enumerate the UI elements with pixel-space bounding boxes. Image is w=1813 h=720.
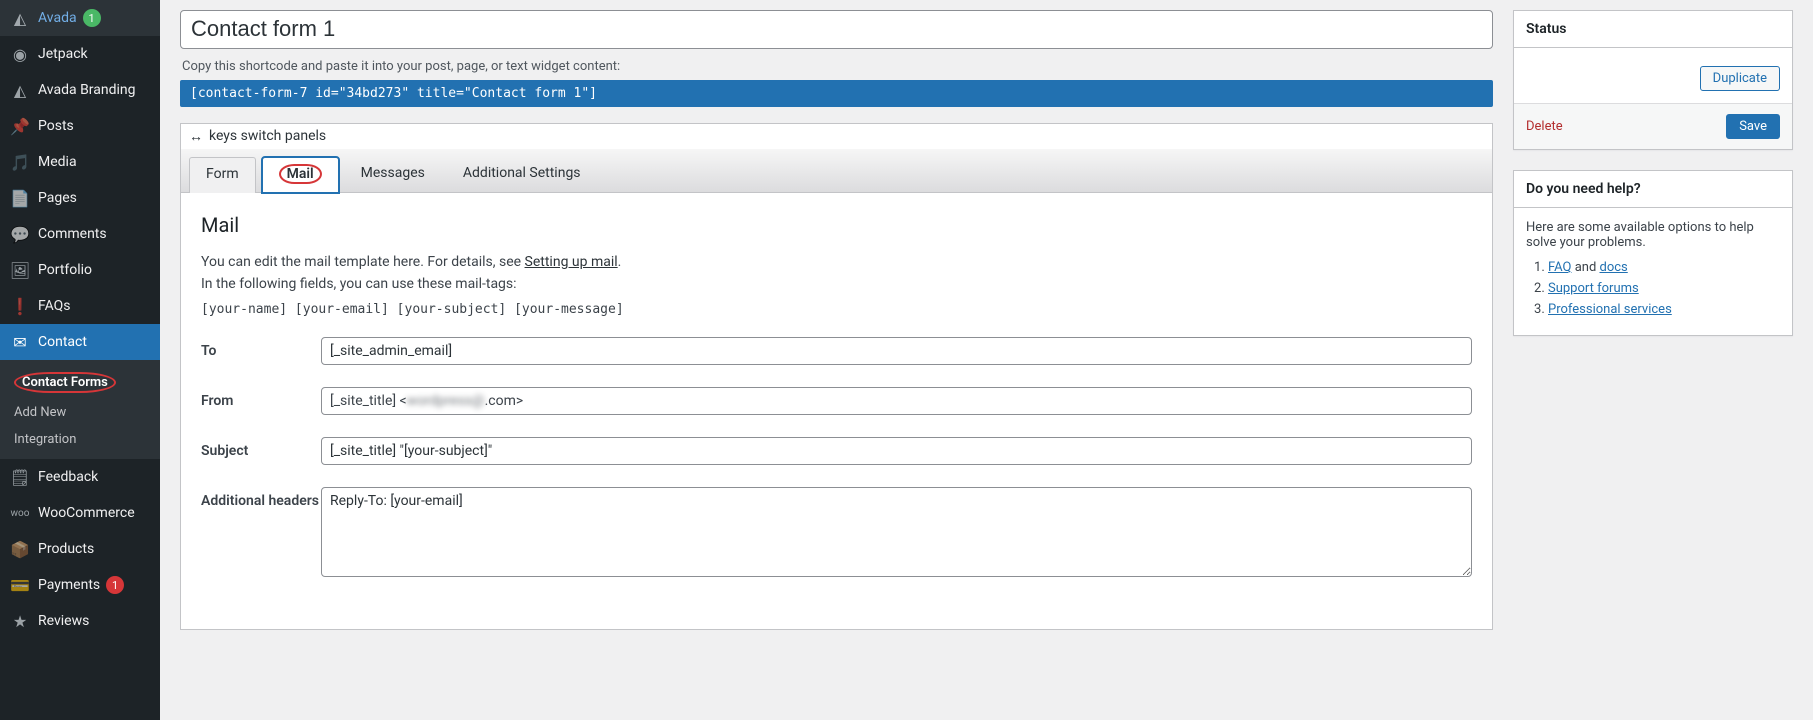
avada-icon: ◭ xyxy=(10,8,30,28)
tab-additional-settings[interactable]: Additional Settings xyxy=(447,157,597,193)
woo-icon: woo xyxy=(10,503,30,523)
sidebar-item-media[interactable]: 🎵 Media xyxy=(0,144,160,180)
additional-headers-label: Additional headers xyxy=(201,487,321,509)
sidebar-item-label: Portfolio xyxy=(38,262,92,278)
pages-icon: 📄 xyxy=(10,188,30,208)
sidebar-item-products[interactable]: 📦 Products xyxy=(0,531,160,567)
sidebar-item-label: Payments xyxy=(38,577,100,593)
subject-input[interactable] xyxy=(321,437,1472,465)
submenu-add-new[interactable]: Add New xyxy=(0,399,160,426)
mail-tags: [your-name] [your-email] [your-subject] … xyxy=(201,302,1472,317)
sidebar-item-label: FAQs xyxy=(38,298,71,314)
content-area: Copy this shortcode and paste it into yo… xyxy=(160,0,1813,720)
sidebar-item-label: Contact xyxy=(38,334,87,350)
tab-form[interactable]: Form xyxy=(189,157,256,193)
help-item: Support forums xyxy=(1548,281,1780,296)
main-column: Copy this shortcode and paste it into yo… xyxy=(180,10,1493,720)
sidebar-item-label: Avada Branding xyxy=(38,82,136,98)
subject-label: Subject xyxy=(201,437,321,459)
portfolio-icon: 🖼 xyxy=(10,260,30,280)
sidebar-submenu: Contact Forms Add New Integration xyxy=(0,360,160,459)
sidebar-item-label: WooCommerce xyxy=(38,505,135,521)
faq-icon: ❗ xyxy=(10,296,30,316)
admin-sidebar: ◭ Avada 1 ◉ Jetpack ◭ Avada Branding 📌 P… xyxy=(0,0,160,720)
sidebar-item-feedback[interactable]: 🗒 Feedback xyxy=(0,459,160,495)
shortcode-box[interactable]: [contact-form-7 id="34bd273" title="Cont… xyxy=(180,80,1493,107)
sidebar-item-label: Reviews xyxy=(38,613,89,629)
sidebar-item-contact[interactable]: ✉ Contact xyxy=(0,324,160,360)
jetpack-icon: ◉ xyxy=(10,44,30,64)
sidebar-item-avada[interactable]: ◭ Avada 1 xyxy=(0,0,160,36)
from-label: From xyxy=(201,387,321,409)
sidebar-item-label: Pages xyxy=(38,190,77,206)
save-button[interactable]: Save xyxy=(1726,114,1780,139)
to-label: To xyxy=(201,337,321,359)
field-row-from: From [_site_title] <wordpress@.com> xyxy=(201,387,1472,415)
sidebar-item-label: Products xyxy=(38,541,94,557)
submenu-integration[interactable]: Integration xyxy=(0,426,160,453)
help-intro: Here are some available options to help … xyxy=(1526,220,1780,250)
help-heading: Do you need help? xyxy=(1514,171,1792,208)
sidebar-item-reviews[interactable]: ★ Reviews xyxy=(0,603,160,639)
sidebar-item-faqs[interactable]: ❗ FAQs xyxy=(0,288,160,324)
mail-icon: ✉ xyxy=(10,332,30,352)
duplicate-button[interactable]: Duplicate xyxy=(1700,66,1780,91)
field-row-to: To xyxy=(201,337,1472,365)
side-column: Status Duplicate Delete Save Do you need… xyxy=(1513,10,1793,720)
panel-intro2: In the following fields, you can use the… xyxy=(201,273,1472,295)
comment-icon: 💬 xyxy=(10,224,30,244)
setup-mail-link[interactable]: Setting up mail xyxy=(525,254,618,270)
help-item: Professional services xyxy=(1548,302,1780,317)
docs-link[interactable]: docs xyxy=(1600,260,1628,275)
sidebar-item-avada-branding[interactable]: ◭ Avada Branding xyxy=(0,72,160,108)
sidebar-item-pages[interactable]: 📄 Pages xyxy=(0,180,160,216)
sidebar-item-label: Feedback xyxy=(38,469,98,485)
products-icon: 📦 xyxy=(10,539,30,559)
notice-badge: 1 xyxy=(106,576,124,594)
status-heading: Status xyxy=(1514,11,1792,48)
sidebar-item-portfolio[interactable]: 🖼 Portfolio xyxy=(0,252,160,288)
tab-messages[interactable]: Messages xyxy=(345,157,441,193)
avada-icon: ◭ xyxy=(10,80,30,100)
sidebar-item-comments[interactable]: 💬 Comments xyxy=(0,216,160,252)
faq-link[interactable]: FAQ xyxy=(1548,260,1571,275)
sidebar-item-posts[interactable]: 📌 Posts xyxy=(0,108,160,144)
arrows-icon: ↔ xyxy=(189,128,203,145)
mail-panel: Mail You can edit the mail template here… xyxy=(180,193,1493,630)
help-item: FAQ and docs xyxy=(1548,260,1780,275)
tab-bar: Form Mail Messages Additional Settings xyxy=(180,149,1493,193)
form-title-input[interactable] xyxy=(180,10,1493,49)
from-input[interactable]: [_site_title] <wordpress@.com> xyxy=(321,387,1472,415)
tab-keyboard-hint: ↔ keys switch panels xyxy=(180,123,1493,149)
panel-intro: You can edit the mail template here. For… xyxy=(201,251,1472,273)
support-forums-link[interactable]: Support forums xyxy=(1548,281,1639,296)
sidebar-item-label: Avada xyxy=(38,10,77,26)
sidebar-item-woocommerce[interactable]: woo WooCommerce xyxy=(0,495,160,531)
pin-icon: 📌 xyxy=(10,116,30,136)
sidebar-item-label: Media xyxy=(38,154,77,170)
star-icon: ★ xyxy=(10,611,30,631)
sidebar-item-payments[interactable]: 💳 Payments 1 xyxy=(0,567,160,603)
sidebar-item-jetpack[interactable]: ◉ Jetpack xyxy=(0,36,160,72)
panel-heading: Mail xyxy=(201,213,1472,237)
tab-mail[interactable]: Mail xyxy=(262,157,339,193)
to-input[interactable] xyxy=(321,337,1472,365)
sidebar-item-label: Jetpack xyxy=(38,46,88,62)
media-icon: 🎵 xyxy=(10,152,30,172)
field-row-additional-headers: Additional headers Reply-To: [your-email… xyxy=(201,487,1472,577)
sidebar-item-label: Comments xyxy=(38,226,107,242)
sidebar-item-label: Posts xyxy=(38,118,74,134)
feedback-icon: 🗒 xyxy=(10,467,30,487)
shortcode-description: Copy this shortcode and paste it into yo… xyxy=(182,59,1491,74)
additional-headers-input[interactable]: Reply-To: [your-email] xyxy=(321,487,1472,577)
field-row-subject: Subject xyxy=(201,437,1472,465)
help-box: Do you need help? Here are some availabl… xyxy=(1513,170,1793,336)
status-box: Status Duplicate Delete Save xyxy=(1513,10,1793,150)
help-list: FAQ and docs Support forums Professional… xyxy=(1526,260,1780,317)
submenu-contact-forms[interactable]: Contact Forms xyxy=(0,366,160,399)
update-badge: 1 xyxy=(83,9,101,27)
payments-icon: 💳 xyxy=(10,575,30,595)
professional-services-link[interactable]: Professional services xyxy=(1548,302,1672,317)
delete-link[interactable]: Delete xyxy=(1526,119,1563,134)
